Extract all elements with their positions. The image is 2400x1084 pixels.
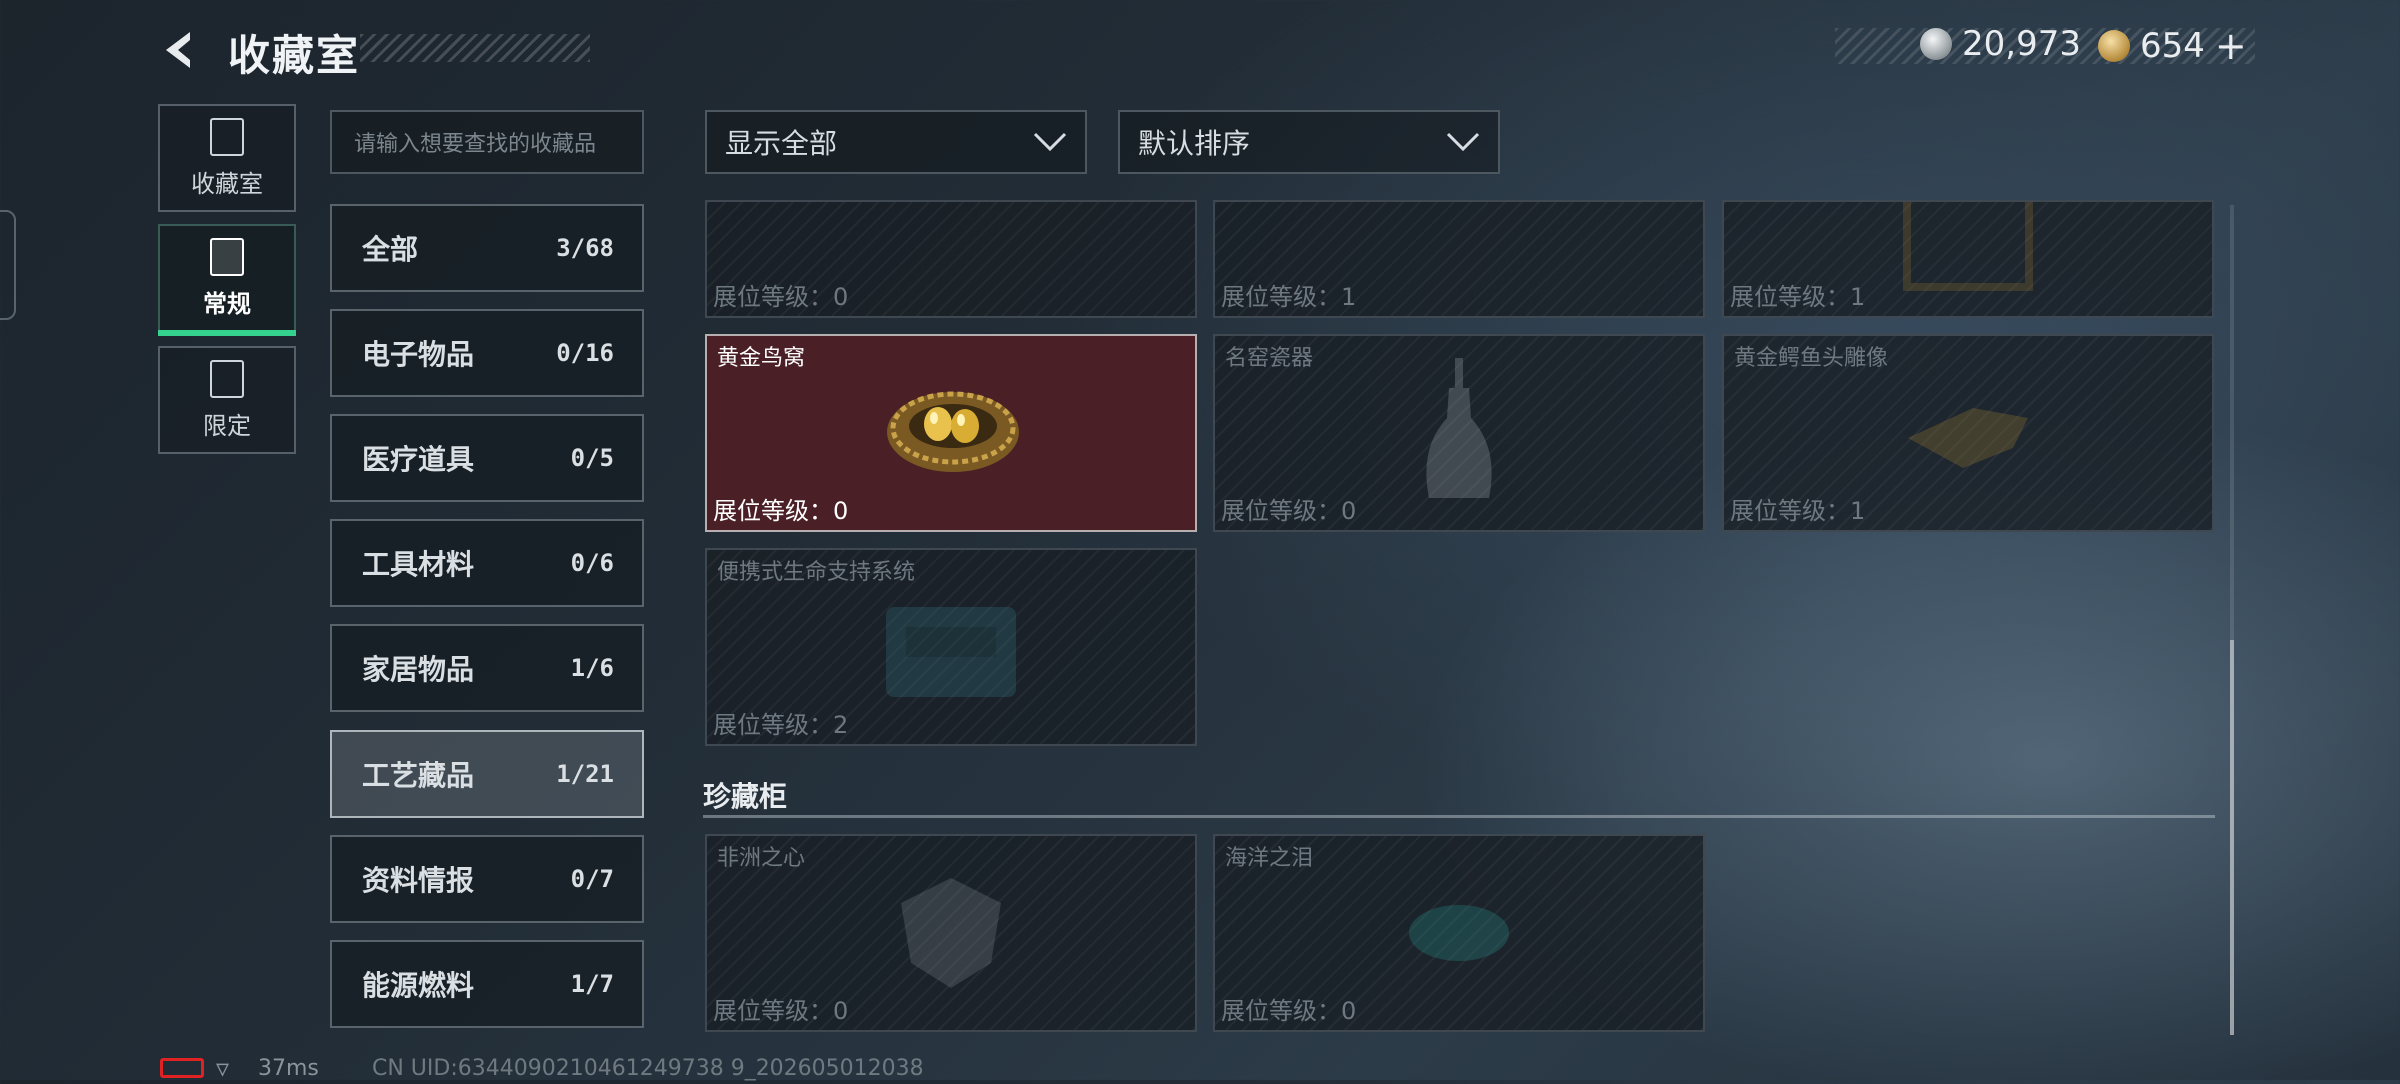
search-input[interactable]: 请输入想要查找的收藏品 bbox=[330, 110, 644, 174]
category-count: 0/5 bbox=[570, 444, 614, 472]
sort-value: 默认排序 bbox=[1138, 127, 1251, 160]
silver-amount: 20,973 bbox=[1962, 24, 2081, 64]
category-label: 工具材料 bbox=[362, 548, 475, 581]
back-button[interactable] bbox=[158, 28, 202, 72]
regular-icon bbox=[210, 237, 244, 276]
category-label: 资料情报 bbox=[362, 864, 475, 897]
item-name: 非洲之心 bbox=[717, 846, 806, 871]
item-name: 海洋之泪 bbox=[1225, 846, 1314, 871]
category-label: 工艺藏品 bbox=[362, 759, 475, 792]
gold-coin-icon bbox=[2098, 30, 2130, 62]
side-drawer-handle[interactable] bbox=[0, 210, 16, 320]
silver-coin-icon bbox=[1920, 28, 1952, 60]
category-label: 电子物品 bbox=[362, 338, 475, 371]
nav-label: 限定 bbox=[203, 411, 251, 440]
category-count: 1/7 bbox=[570, 970, 614, 998]
section-title-treasure-cabinet: 珍藏柜 bbox=[703, 780, 788, 813]
category-medical[interactable]: 医疗道具 0/5 bbox=[330, 414, 644, 502]
title-decoration bbox=[360, 34, 590, 62]
display-level: 展位等级：2 bbox=[713, 711, 849, 739]
limited-icon bbox=[210, 359, 244, 398]
heart-of-africa-icon bbox=[901, 878, 1001, 988]
silver-currency: 20,973 bbox=[1920, 24, 2081, 64]
collectible-card[interactable]: 非洲之心 展位等级：0 bbox=[705, 834, 1197, 1032]
battery-icon bbox=[160, 1058, 204, 1078]
page-title: 收藏室 bbox=[228, 31, 361, 80]
category-count: 0/6 bbox=[570, 549, 614, 577]
life-support-system-icon bbox=[886, 607, 1016, 697]
category-all[interactable]: 全部 3/68 bbox=[330, 204, 644, 292]
scrollbar-thumb[interactable] bbox=[2230, 640, 2234, 1035]
display-level: 展位等级：1 bbox=[1730, 283, 1866, 311]
collectible-card[interactable]: 名窑瓷器 展位等级：0 bbox=[1213, 334, 1705, 532]
collection-room-icon bbox=[210, 117, 244, 156]
tear-of-the-ocean-icon bbox=[1409, 905, 1509, 961]
search-placeholder: 请输入想要查找的收藏品 bbox=[354, 132, 597, 157]
display-level: 展位等级：0 bbox=[1221, 997, 1357, 1025]
collectible-card[interactable]: 黄金鳄鱼头雕像 展位等级：1 bbox=[1722, 334, 2214, 532]
category-count: 1/21 bbox=[556, 760, 614, 788]
category-label: 全部 bbox=[362, 233, 419, 266]
category-count: 0/7 bbox=[570, 865, 614, 893]
category-tools[interactable]: 工具材料 0/6 bbox=[330, 519, 644, 607]
category-label: 医疗道具 bbox=[362, 443, 475, 476]
category-label: 家居物品 bbox=[362, 653, 475, 686]
chevron-down-icon bbox=[1033, 132, 1067, 152]
back-arrow-icon bbox=[166, 32, 190, 68]
ping-text: 37ms bbox=[258, 1056, 319, 1081]
gold-amount: 654 bbox=[2140, 26, 2205, 66]
collectible-card[interactable]: 展位等级：1 bbox=[1213, 200, 1705, 318]
category-count: 0/16 bbox=[556, 339, 614, 367]
golden-frame-icon bbox=[1903, 202, 2033, 292]
nav-collection-room[interactable]: 收藏室 bbox=[158, 104, 296, 212]
display-level: 展位等级：0 bbox=[713, 497, 849, 525]
collectible-card[interactable]: 展位等级：1 bbox=[1722, 200, 2214, 318]
display-level: 展位等级：0 bbox=[713, 997, 849, 1025]
golden-nest-icon bbox=[887, 391, 1019, 472]
filter-dropdown[interactable]: 显示全部 bbox=[705, 110, 1087, 174]
sort-dropdown[interactable]: 默认排序 bbox=[1118, 110, 1500, 174]
item-name: 名窑瓷器 bbox=[1225, 346, 1314, 371]
item-name: 黄金鸟窝 bbox=[717, 346, 806, 371]
display-level: 展位等级：1 bbox=[1221, 283, 1357, 311]
display-level: 展位等级：1 bbox=[1730, 497, 1866, 525]
nav-label: 收藏室 bbox=[191, 169, 263, 198]
collectible-card[interactable]: 便携式生命支持系统 展位等级：2 bbox=[705, 548, 1197, 746]
golden-crocodile-head-icon bbox=[1908, 408, 2028, 468]
category-household[interactable]: 家居物品 1/6 bbox=[330, 624, 644, 712]
porcelain-vase-icon bbox=[1426, 358, 1492, 498]
display-level: 展位等级：0 bbox=[1221, 497, 1357, 525]
chevron-down-icon bbox=[1446, 132, 1480, 152]
collectible-card[interactable]: 海洋之泪 展位等级：0 bbox=[1213, 834, 1705, 1032]
category-count: 3/68 bbox=[556, 234, 614, 262]
add-gold-button[interactable]: + bbox=[2215, 24, 2247, 68]
nav-limited[interactable]: 限定 bbox=[158, 346, 296, 454]
item-name: 便携式生命支持系统 bbox=[717, 560, 916, 585]
section-divider bbox=[703, 815, 2215, 818]
uid-text: CN UID:6344090210461249738 9_20260501203… bbox=[372, 1056, 924, 1081]
category-crafts[interactable]: 工艺藏品 1/21 bbox=[330, 730, 644, 818]
category-intel[interactable]: 资料情报 0/7 bbox=[330, 835, 644, 923]
collectible-card-golden-nest[interactable]: 黄金鸟窝 展位等级：0 bbox=[705, 334, 1197, 532]
gold-currency[interactable]: 654 + bbox=[2098, 24, 2247, 68]
category-electronics[interactable]: 电子物品 0/16 bbox=[330, 309, 644, 397]
filter-value: 显示全部 bbox=[725, 127, 838, 160]
category-label: 能源燃料 bbox=[362, 969, 475, 1002]
category-count: 1/6 bbox=[570, 654, 614, 682]
nav-label: 常规 bbox=[203, 289, 251, 318]
category-energy[interactable]: 能源燃料 1/7 bbox=[330, 940, 644, 1028]
item-name: 黄金鳄鱼头雕像 bbox=[1734, 346, 1889, 371]
display-level: 展位等级：0 bbox=[713, 283, 849, 311]
collectible-card[interactable]: 展位等级：0 bbox=[705, 200, 1197, 318]
nav-regular[interactable]: 常规 bbox=[158, 224, 296, 336]
